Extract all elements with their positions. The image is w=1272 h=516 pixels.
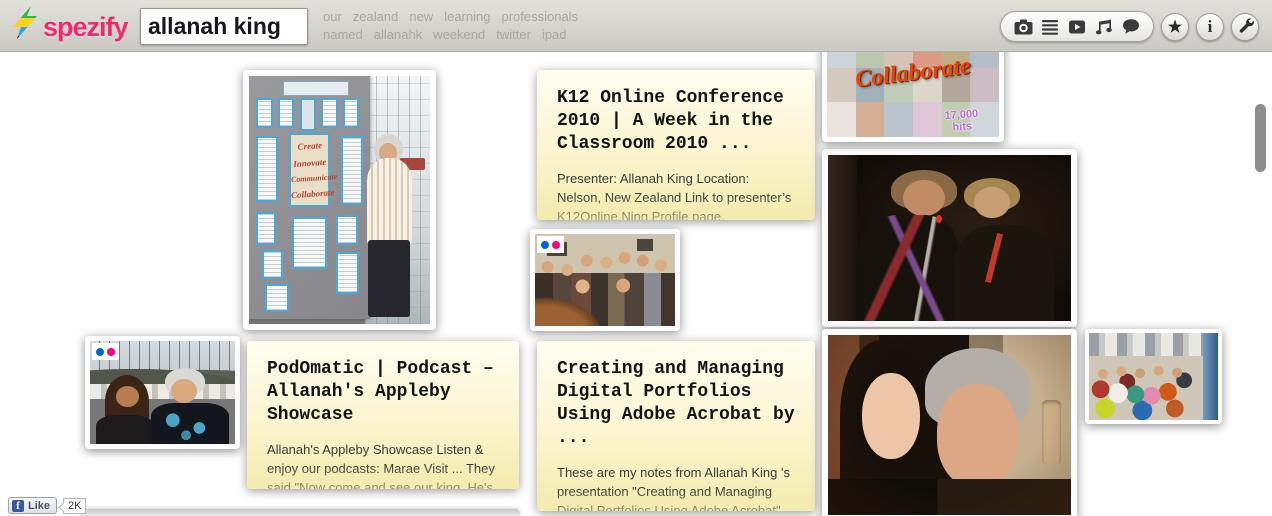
flickr-badge-icon <box>537 236 564 253</box>
flickr-badge-icon <box>92 343 119 360</box>
keyword-link[interactable]: named <box>323 27 363 42</box>
text-card-k12-conference[interactable]: K12 Online Conference 2010 | A Week in t… <box>537 70 815 220</box>
related-keywords: our zealand new learning professionals named… <box>323 8 589 44</box>
media-filter-bar <box>1000 11 1154 42</box>
partial-card-edge <box>80 509 520 516</box>
facebook-widget: f Like 2K <box>8 497 87 514</box>
header-bar: spezify our zealand new learning professiona… <box>0 0 1272 52</box>
facebook-like-button[interactable]: f Like <box>8 497 58 514</box>
scrollbar-thumb[interactable] <box>1255 104 1266 172</box>
card-title: PodOmatic | Podcast – Allanah's Appleby … <box>267 359 494 425</box>
like-count-badge: 2K <box>63 497 87 514</box>
keyword-link[interactable]: allanahk <box>374 27 422 42</box>
text-card-digital-portfolios[interactable]: Creating and Managing Digital Portfolios… <box>537 341 815 511</box>
keyword-link[interactable]: twitter <box>496 27 531 42</box>
text-lines-icon[interactable] <box>1041 18 1060 36</box>
star-icon: ★ <box>1167 19 1183 36</box>
poster-words: Create Innovate Communicate Collaborate <box>288 133 337 208</box>
info-button[interactable]: i <box>1196 13 1224 41</box>
keyword-link[interactable]: weekend <box>433 27 485 42</box>
search-input[interactable] <box>141 9 307 44</box>
photo-card-selfie[interactable] <box>822 329 1077 516</box>
keyword-link[interactable]: new <box>409 9 433 24</box>
marina-photo-image <box>90 341 235 444</box>
two-women-photo-image <box>828 155 1071 321</box>
photo-card-display-board[interactable]: Create Innovate Communicate Collaborate <box>243 70 436 330</box>
keyword-link[interactable]: learning <box>444 9 490 24</box>
card-snippet: Allanah's Appleby Showcase Listen & enjo… <box>267 442 495 489</box>
card-snippet: Presenter: Allanah King Location: Nelson… <box>557 171 792 220</box>
info-icon: i <box>1207 17 1213 36</box>
hits-overlay-text: 17,000 hits <box>943 107 979 134</box>
keyword-link[interactable]: our <box>323 9 342 24</box>
favorites-button[interactable]: ★ <box>1161 13 1189 41</box>
card-title: Creating and Managing Digital Portfolios… <box>557 359 795 448</box>
logo-wordmark: spezify <box>43 12 129 42</box>
group-photo-image <box>535 234 675 326</box>
keyword-link[interactable]: professionals <box>501 9 578 24</box>
search-box <box>140 8 308 45</box>
music-note-icon[interactable] <box>1094 18 1113 36</box>
card-snippet: These are my notes from Allanah King 's … <box>557 465 790 511</box>
wrench-icon <box>1237 16 1254 38</box>
children-photo-image <box>1089 333 1218 420</box>
spezify-logo[interactable]: spezify <box>10 6 129 49</box>
page: spezify our zealand new learning professiona… <box>0 0 1272 516</box>
keyword-link[interactable]: zealand <box>353 9 399 24</box>
text-card-podomatic[interactable]: PodOmatic | Podcast – Allanah's Appleby … <box>247 341 519 489</box>
video-play-icon[interactable] <box>1067 18 1086 36</box>
settings-button[interactable] <box>1231 13 1259 41</box>
facebook-logo-icon: f <box>12 499 24 512</box>
like-label: Like <box>28 499 51 512</box>
lightning-bolt-icon <box>10 6 40 49</box>
card-title: K12 Online Conference 2010 | A Week in t… <box>557 88 784 154</box>
display-board-image: Create Innovate Communicate Collaborate <box>249 76 430 324</box>
photo-card-two-women[interactable] <box>822 149 1077 327</box>
camera-icon[interactable] <box>1014 18 1033 36</box>
speech-bubble-icon[interactable] <box>1121 18 1140 36</box>
photo-card-marina[interactable] <box>85 336 240 449</box>
keyword-link[interactable]: ipad <box>542 27 567 42</box>
photo-card-children[interactable] <box>1085 329 1222 424</box>
selfie-photo-image <box>828 335 1071 515</box>
photo-card-group[interactable] <box>530 229 680 331</box>
